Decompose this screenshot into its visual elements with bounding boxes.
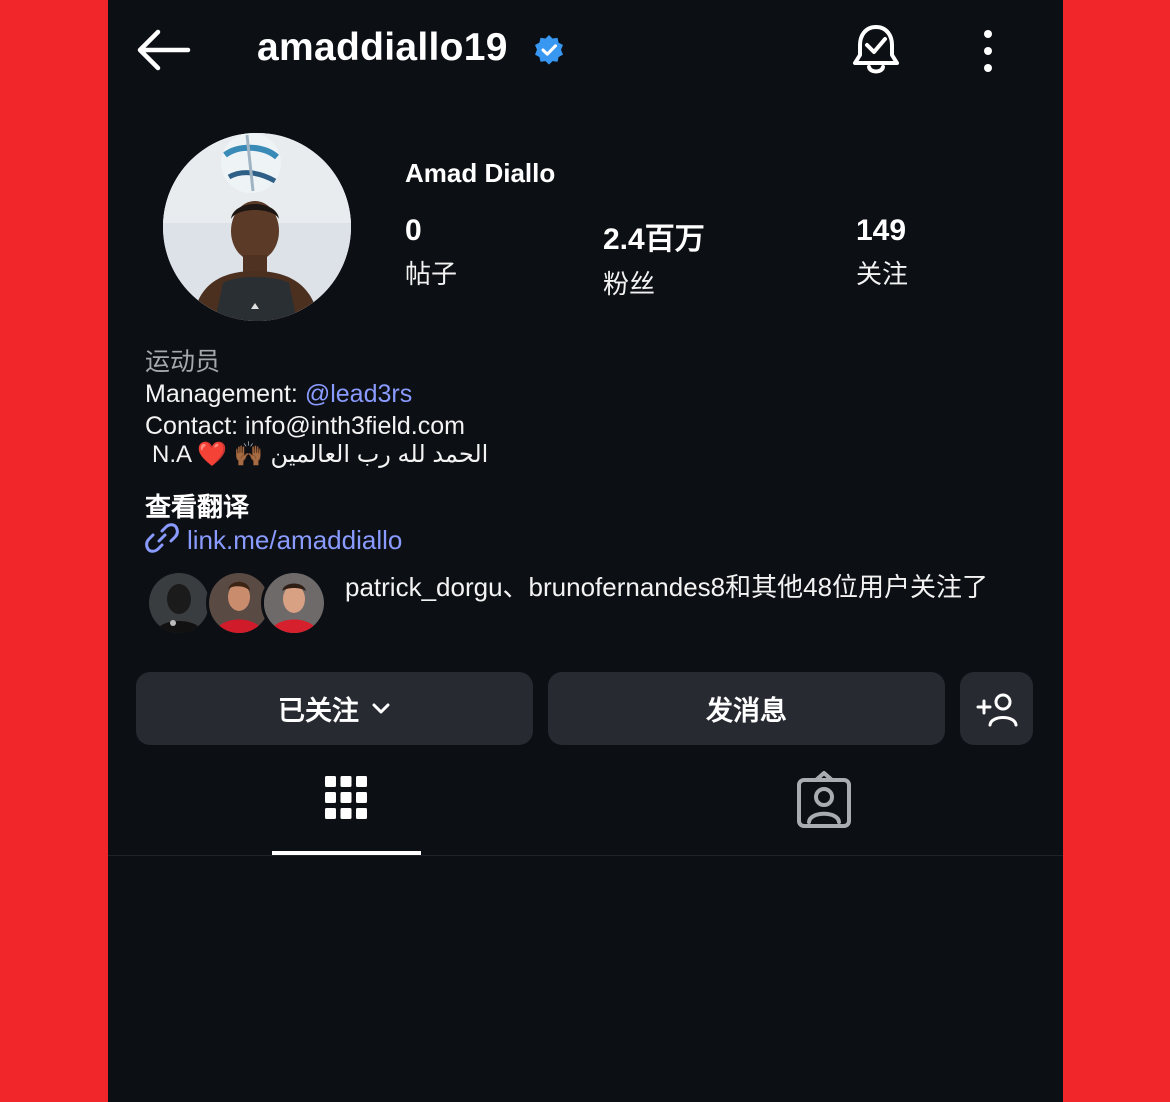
bio-external-link[interactable]: link.me/amaddiallo bbox=[145, 522, 402, 558]
tab-divider bbox=[108, 855, 1063, 856]
see-translation-link[interactable]: 查看翻译 bbox=[145, 487, 249, 524]
bio-contact-line: Contact: info@inth3field.com bbox=[145, 412, 465, 440]
more-options-icon[interactable] bbox=[974, 28, 1002, 74]
followers-count: 2.4百万 bbox=[603, 223, 705, 256]
notification-bell-icon[interactable] bbox=[850, 22, 902, 78]
verified-badge-icon bbox=[533, 34, 565, 66]
bio-category: 运动员 bbox=[145, 348, 221, 376]
following-count: 149 bbox=[856, 214, 907, 247]
tab-posts-grid[interactable] bbox=[323, 768, 369, 833]
profile-avatar[interactable] bbox=[163, 133, 351, 321]
following-button-label: 已关注 bbox=[278, 696, 359, 726]
following-button[interactable]: 已关注 bbox=[136, 672, 533, 745]
following-stat[interactable]: 149 关注 bbox=[856, 214, 908, 291]
management-mention-link[interactable]: @lead3rs bbox=[305, 380, 412, 408]
bio-signature-line: N.A ❤️ 🙌🏾 الحمد لله رب العالمين bbox=[152, 440, 488, 469]
link-icon bbox=[145, 521, 179, 560]
followed-by-text[interactable]: patrick_dorgu、brunofernandes8和其他48位用户关注了 bbox=[345, 568, 1025, 606]
tagged-person-icon bbox=[797, 771, 851, 828]
posts-count: 0 bbox=[405, 214, 422, 247]
suggest-people-button[interactable] bbox=[960, 672, 1033, 745]
bio-link-text: link.me/amaddiallo bbox=[187, 524, 403, 555]
bio-arabic-text: الحمد لله رب العالمين bbox=[270, 441, 489, 468]
message-button-label: 发消息 bbox=[706, 696, 787, 726]
chevron-down-icon bbox=[372, 703, 390, 713]
bio-initials: N.A bbox=[152, 441, 191, 468]
posts-stat[interactable]: 0 帖子 bbox=[405, 214, 457, 291]
display-name: Amad Diallo bbox=[405, 158, 556, 188]
follower-avatar[interactable] bbox=[261, 570, 327, 636]
message-button[interactable]: 发消息 bbox=[548, 672, 945, 745]
tab-tagged[interactable] bbox=[796, 768, 852, 835]
profile-username: amaddiallo19 bbox=[257, 26, 508, 69]
followers-stat[interactable]: 2.4百万 粉丝 bbox=[603, 214, 705, 301]
profile-screen: amaddiallo19 Amad Diallo 0 帖子 2.4百万 粉丝 1… bbox=[108, 0, 1063, 1102]
following-label: 关注 bbox=[856, 259, 909, 289]
add-person-icon bbox=[976, 693, 1017, 726]
grid-icon bbox=[325, 776, 367, 819]
follower-avatar[interactable] bbox=[146, 570, 212, 636]
bio-emoji: ❤️ 🙌🏾 bbox=[197, 441, 264, 468]
followers-label: 粉丝 bbox=[603, 269, 656, 299]
bio-management-prefix: Management: bbox=[145, 380, 305, 408]
bio-management-line: Management: @lead3rs bbox=[145, 380, 412, 409]
back-arrow-icon[interactable] bbox=[136, 28, 192, 72]
posts-label: 帖子 bbox=[405, 259, 458, 289]
